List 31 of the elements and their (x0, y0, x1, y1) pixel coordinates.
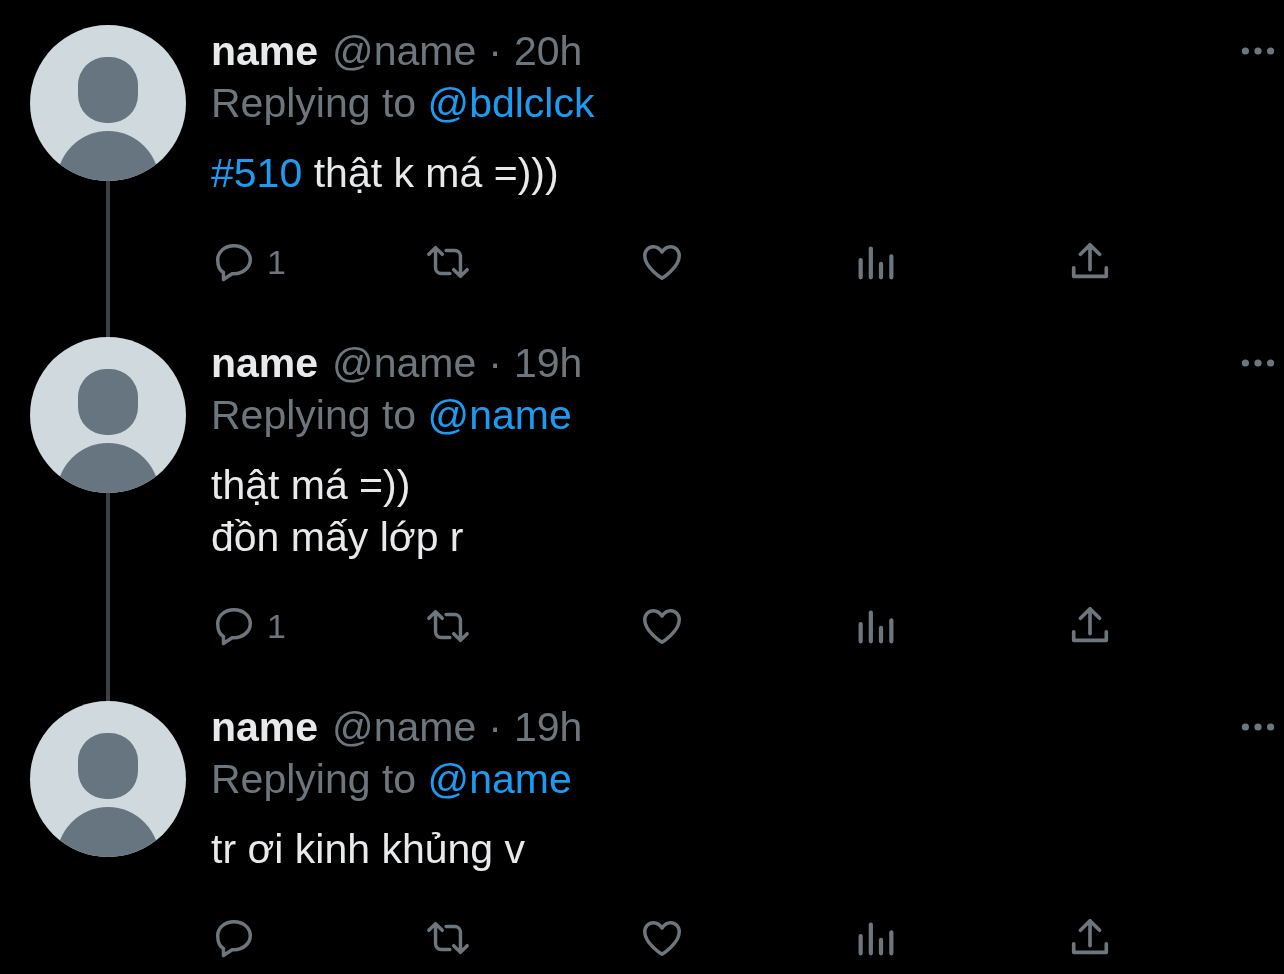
user-name[interactable]: name (211, 703, 319, 751)
replying-to-label: Replying to (211, 79, 417, 128)
avatar[interactable] (30, 25, 186, 181)
tweet-text: thật má =)) (211, 461, 412, 510)
replying-to-label: Replying to (211, 391, 417, 440)
mention-link[interactable]: @name (427, 389, 572, 441)
replying-to-label: Replying to (211, 755, 417, 804)
more-icon[interactable] (1240, 722, 1276, 732)
timestamp[interactable]: 19h (513, 703, 583, 751)
user-name[interactable]: name (211, 339, 319, 387)
mention-link[interactable]: @name (427, 753, 572, 805)
avatar[interactable] (30, 337, 186, 493)
separator-dot: · (488, 27, 502, 75)
user-handle[interactable]: @name (332, 27, 477, 75)
hashtag-link[interactable]: #510 (211, 150, 303, 196)
tweet-text: #510 thật k má =))) (211, 149, 560, 198)
timestamp[interactable]: 20h (513, 27, 583, 75)
timestamp[interactable]: 19h (513, 339, 583, 387)
reply-count: 1 (267, 606, 286, 646)
user-name[interactable]: name (211, 27, 319, 75)
reply-count: 1 (267, 242, 286, 282)
separator-dot: · (488, 703, 502, 751)
tweet-text: đồn mấy lớp r (211, 513, 465, 562)
more-icon[interactable] (1240, 358, 1276, 368)
more-icon[interactable] (1240, 46, 1276, 56)
user-handle[interactable]: @name (332, 703, 477, 751)
separator-dot: · (488, 339, 502, 387)
tweet-text: tr ơi kinh khủng v (211, 825, 527, 874)
avatar[interactable] (30, 701, 186, 857)
mention-link[interactable]: @bdlclck (427, 77, 595, 129)
user-handle[interactable]: @name (332, 339, 477, 387)
